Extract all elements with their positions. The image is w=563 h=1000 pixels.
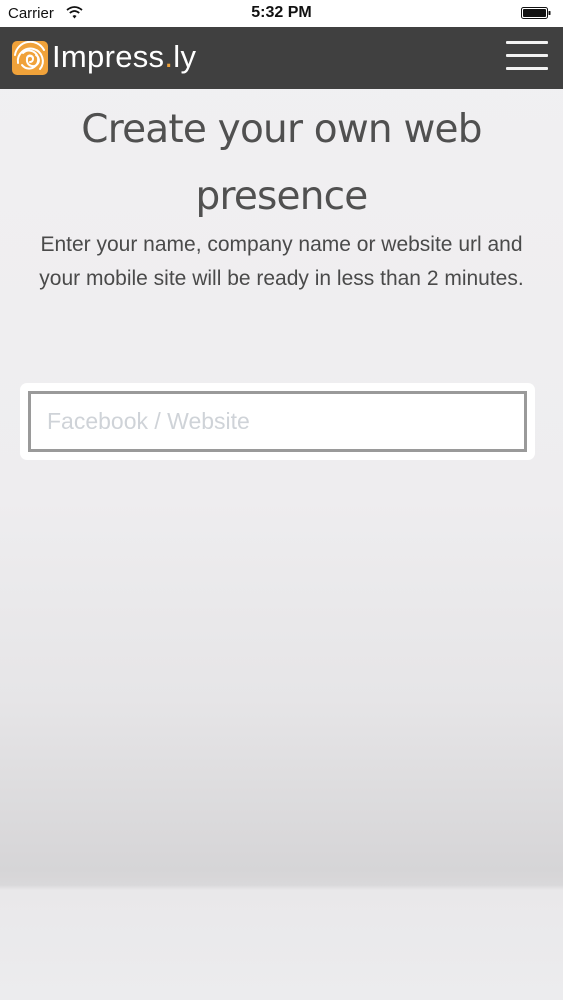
clock-time: 5:32 PM [251,4,312,21]
page-title: Create your own web presence [81,107,482,219]
status-bar: Carrier 5:32 PM [0,0,563,27]
search-box [20,383,535,460]
fingerprint-logo-icon[interactable] [12,41,48,75]
page-description: Enter your name, company name or website… [39,233,524,290]
facebook-website-input[interactable] [28,391,527,452]
menu-bar [506,67,548,70]
brand-name-dot: . [164,39,174,74]
battery-icon [521,7,551,19]
menu-bar [506,54,548,57]
brand-name-suffix: ly [173,39,197,74]
hamburger-menu-icon[interactable] [506,39,550,75]
brand-name[interactable]: Impress.ly [52,39,196,75]
top-navbar: Impress.ly [0,27,563,89]
menu-bar [506,41,548,44]
brand-name-prefix: Impress [52,39,165,74]
